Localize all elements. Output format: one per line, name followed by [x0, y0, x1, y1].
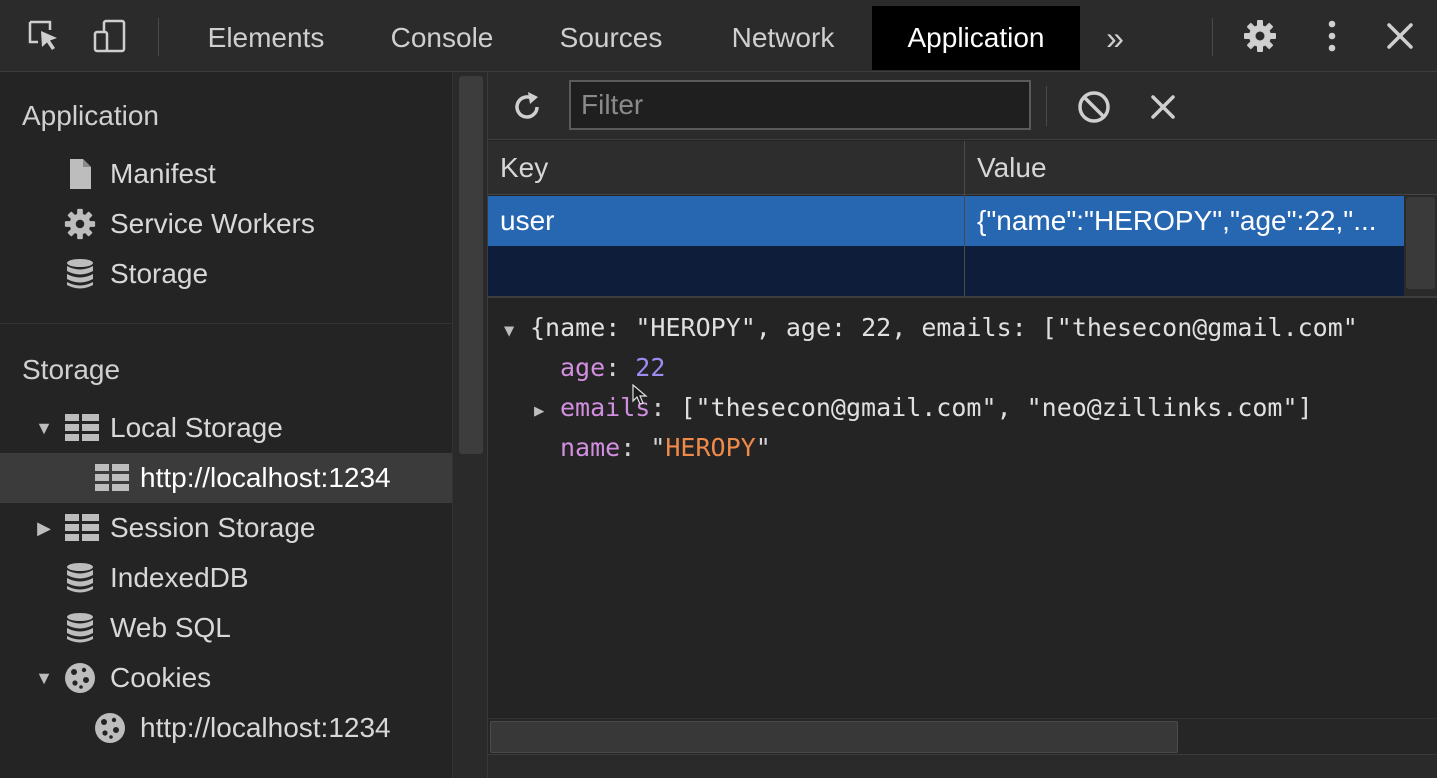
horizontal-scrollbar[interactable]	[488, 718, 1437, 754]
sidebar-item-label: http://localhost:1234	[140, 462, 391, 493]
expanded-triangle-icon[interactable]: ▼	[34, 403, 54, 453]
sidebar-item-label: Cookies	[110, 662, 212, 693]
file-icon	[62, 157, 98, 191]
preview-object-summary[interactable]: ▼ {name: "HEROPY", age: 22, emails: ["the…	[504, 308, 1358, 348]
sidebar-scrollbar[interactable]	[452, 72, 488, 778]
expanded-triangle-icon[interactable]: ▼	[34, 653, 54, 703]
cookie-icon	[62, 661, 98, 695]
sidebar-item-label: http://localhost:1234	[140, 712, 391, 743]
property-key: name	[560, 433, 621, 462]
sidebar-item-local-storage-origin[interactable]: http://localhost:1234	[0, 453, 452, 503]
storage-view-panel: Key Value user {"name":"HEROPY","age":22…	[488, 72, 1437, 778]
database-icon	[62, 611, 98, 645]
column-divider	[964, 141, 965, 297]
sidebar-item-local-storage[interactable]: ▼ Local Storage	[0, 403, 452, 453]
settings-gear-icon[interactable]	[1240, 16, 1280, 56]
property-value: 22	[635, 353, 666, 382]
tab-network-label: Network	[731, 22, 835, 53]
table-cell-key: user	[500, 205, 555, 236]
sidebar-item-cookies[interactable]: ▼ Cookies	[0, 653, 452, 703]
sidebar-item-label: Web SQL	[110, 612, 231, 643]
grid-icon	[64, 411, 100, 445]
table-row[interactable]: user {"name":"HEROPY","age":22,"...	[488, 196, 1404, 246]
horizontal-scrollbar-thumb[interactable]	[490, 721, 1178, 753]
clear-all-icon[interactable]	[1073, 86, 1115, 128]
refresh-icon[interactable]	[506, 86, 548, 128]
close-devtools-icon[interactable]	[1380, 16, 1420, 56]
collapsed-triangle-icon[interactable]: ▶	[34, 503, 54, 553]
inspect-element-icon[interactable]	[24, 16, 64, 56]
sidebar-item-cookies-origin[interactable]: http://localhost:1234	[0, 703, 452, 753]
tab-application-label: Application	[907, 22, 1045, 53]
sidebar-item-session-storage[interactable]: ▶ Session Storage	[0, 503, 452, 553]
grid-icon	[64, 511, 100, 545]
preview-summary-text: {name: "HEROPY", age: 22, emails: ["thes…	[530, 313, 1358, 342]
preview-property-emails[interactable]: ▶ emails: ["thesecon@gmail.com", "neo@zil…	[534, 388, 1313, 428]
sidebar-item-label: Session Storage	[110, 512, 316, 543]
sidebar-item-label: Local Storage	[110, 412, 283, 443]
sidebar-section-storage: Storage	[22, 354, 121, 385]
tab-sources-label: Sources	[559, 22, 663, 53]
sidebar-item-storage[interactable]: Storage	[0, 249, 452, 299]
sidebar-item-indexeddb[interactable]: IndexedDB	[0, 553, 452, 603]
delete-selected-icon[interactable]	[1142, 86, 1184, 128]
sidebar-item-manifest[interactable]: Manifest	[0, 149, 452, 199]
database-icon	[62, 561, 98, 595]
value-preview: ▼ {name: "HEROPY", age: 22, emails: ["the…	[488, 300, 1437, 720]
sidebar-item-label: IndexedDB	[110, 562, 249, 593]
preview-property-name: name: "HEROPY"	[560, 433, 771, 462]
table-scrollbar[interactable]	[1404, 195, 1437, 297]
toolbar-divider	[1046, 86, 1047, 126]
sidebar-divider	[0, 323, 452, 324]
grid-icon	[94, 461, 130, 495]
sidebar-item-service-workers[interactable]: Service Workers	[0, 199, 452, 249]
more-tabs-button[interactable]: »	[1090, 6, 1140, 70]
property-key: age	[560, 353, 606, 382]
filter-input[interactable]	[569, 80, 1031, 130]
cookie-icon	[92, 711, 128, 745]
storage-toolbar	[488, 72, 1437, 140]
column-header-value[interactable]: Value	[965, 141, 1437, 195]
table-header: Key Value	[488, 141, 1437, 195]
table-cell-value: {"name":"HEROPY","age":22,"...	[977, 205, 1377, 236]
property-value: HEROPY	[665, 433, 756, 462]
property-value: ["thesecon@gmail.com", "neo@zillinks.com…	[680, 393, 1313, 422]
sidebar-item-web-sql[interactable]: Web SQL	[0, 603, 452, 653]
more-tabs-label: »	[1106, 19, 1124, 56]
tab-console[interactable]: Console	[368, 6, 516, 70]
preview-property-age: age: 22	[560, 353, 666, 382]
key-value-table: Key Value user {"name":"HEROPY","age":22…	[488, 141, 1437, 298]
expanded-triangle-icon[interactable]: ▼	[504, 311, 530, 351]
sidebar-scrollbar-thumb[interactable]	[459, 76, 483, 454]
panel-footer	[488, 754, 1437, 778]
device-toolbar-icon[interactable]	[90, 16, 130, 56]
toolbar-divider	[1212, 18, 1213, 56]
tab-elements-label: Elements	[207, 22, 325, 53]
sidebar-section-application: Application	[22, 100, 159, 131]
collapsed-triangle-icon[interactable]: ▶	[534, 391, 560, 431]
tab-sources[interactable]: Sources	[538, 6, 684, 70]
sidebar-item-label: Manifest	[110, 158, 216, 189]
sidebar-item-label: Storage	[110, 258, 209, 289]
table-scrollbar-thumb[interactable]	[1406, 197, 1435, 289]
application-sidebar: Application Manifest Service Workers Sto…	[0, 72, 452, 778]
tab-elements[interactable]: Elements	[186, 6, 346, 70]
toolbar-divider	[158, 18, 159, 56]
table-divider	[488, 296, 1437, 298]
tab-network[interactable]: Network	[706, 6, 860, 70]
mouse-cursor-icon	[632, 383, 648, 411]
database-icon	[62, 257, 98, 291]
tab-application[interactable]: Application	[872, 6, 1080, 70]
sidebar-item-label: Service Workers	[110, 208, 315, 239]
table-row-empty[interactable]	[488, 246, 1404, 296]
more-options-icon[interactable]	[1312, 16, 1352, 56]
gear-icon	[62, 207, 98, 241]
tab-console-label: Console	[390, 22, 494, 53]
devtools-tab-bar: Elements Console Sources Network Applica…	[0, 0, 1437, 72]
column-header-key[interactable]: Key	[488, 141, 964, 195]
